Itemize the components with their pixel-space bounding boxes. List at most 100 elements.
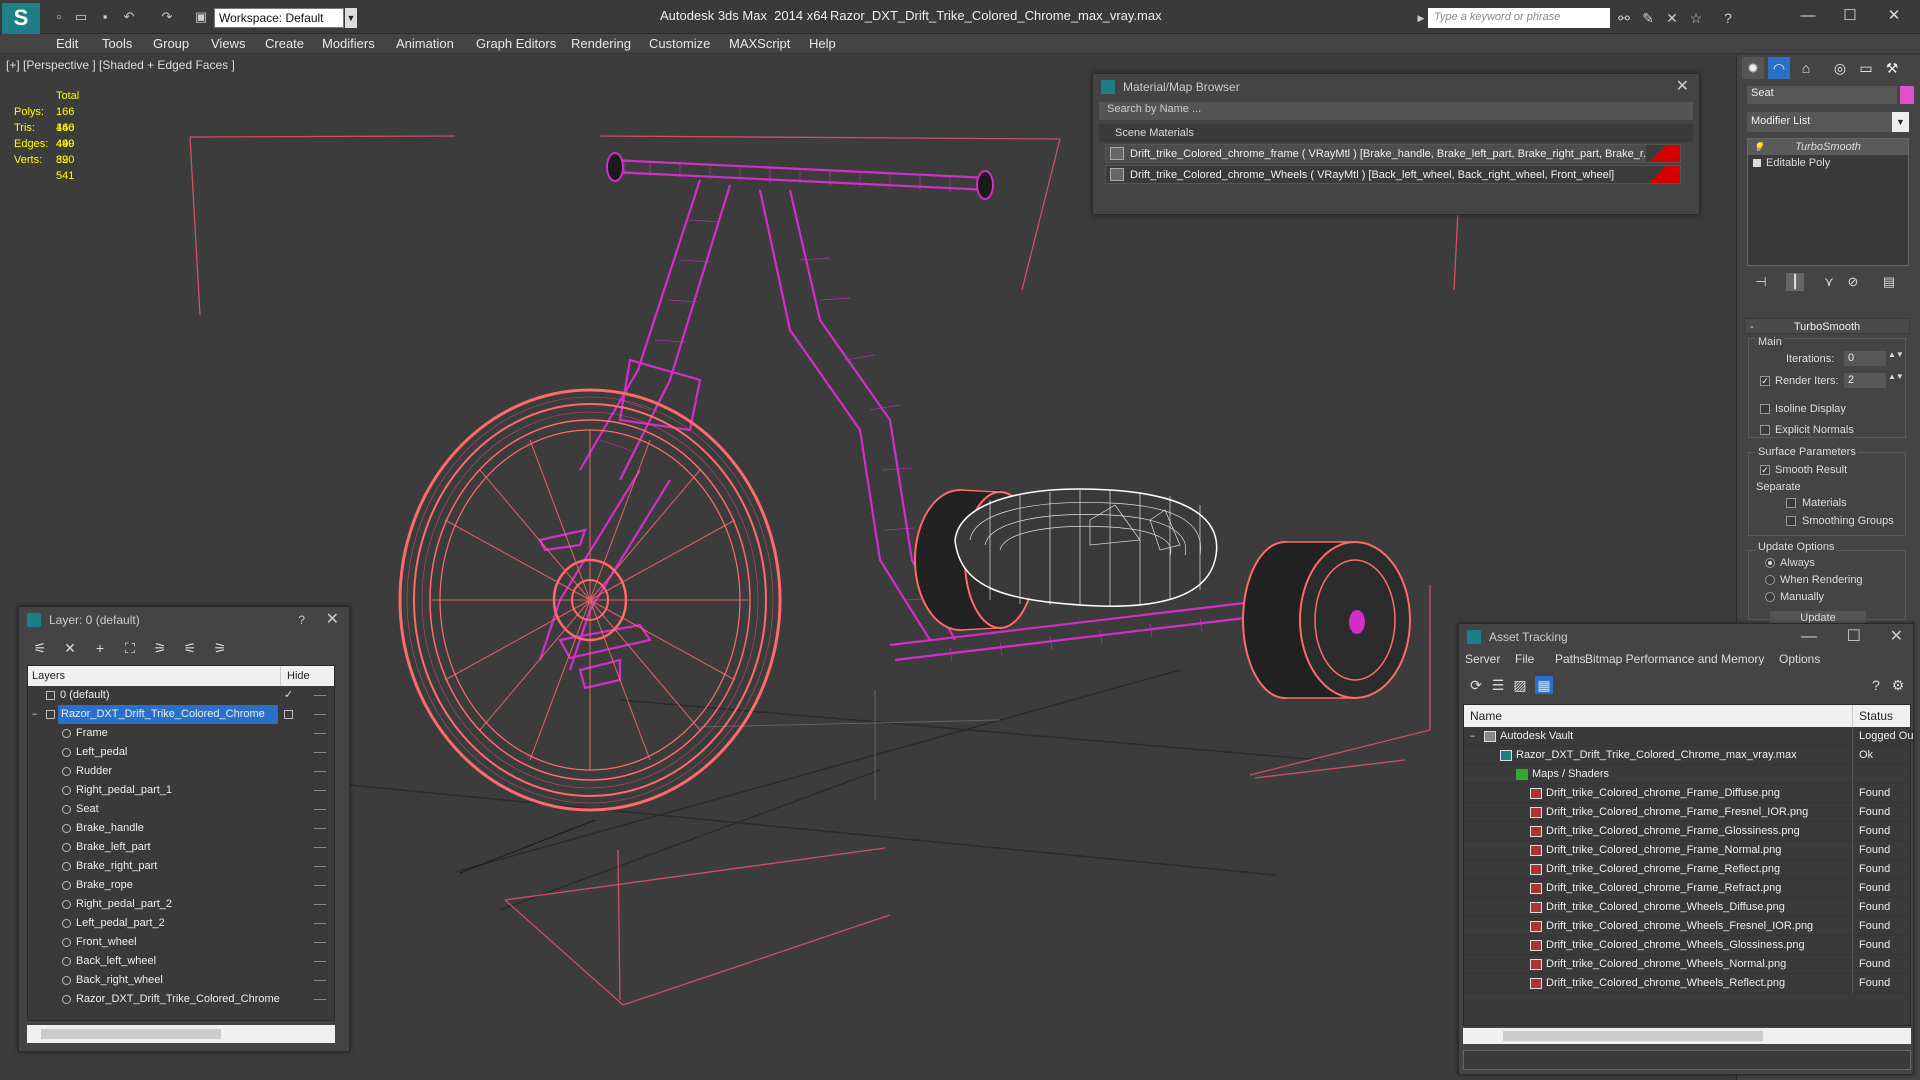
layer-object-row[interactable]: Frame [28,724,334,743]
hide-toggle[interactable] [314,828,326,829]
make-unique-icon[interactable]: ⋎ [1820,273,1838,291]
close-button[interactable]: ✕ [1878,4,1910,28]
project-folder-icon[interactable]: ▣ [192,8,210,26]
expand-icon[interactable] [1753,159,1761,167]
new-file-icon[interactable]: ▫ [50,8,68,26]
smooth-result-checkbox[interactable]: ✓ [1760,465,1770,475]
chevron-down-icon[interactable]: ▼ [1892,112,1909,132]
help-icon[interactable]: ? [1718,8,1738,28]
material-row[interactable]: Drift_trike_Colored_chrome_Wheels ( VRay… [1105,165,1681,184]
stack-item-editable-poly[interactable]: Editable Poly [1748,155,1908,171]
highlight-selected-icon[interactable]: ⚟ [181,639,199,657]
minimize-button[interactable]: — [1792,4,1824,28]
menu-views[interactable]: Views [209,34,247,54]
asset-row[interactable]: Razor_DXT_Drift_Trike_Colored_Chrome_max… [1464,746,1910,765]
menu-file[interactable]: File [1515,652,1534,666]
configure-sets-icon[interactable]: ▤ [1880,273,1898,291]
undo-icon[interactable]: ↶ [120,8,138,26]
menu-server[interactable]: Server [1465,652,1500,666]
asset-row[interactable]: Drift_trike_Colored_chrome_Frame_Diffuse… [1464,784,1910,803]
active-layer-check-icon[interactable]: ✓ [284,686,293,705]
layer-object-row[interactable]: Left_pedal_part_2 [28,914,334,933]
menu-rendering[interactable]: Rendering [569,34,633,54]
table-view-icon[interactable]: ▦ [1535,676,1553,694]
spinner-arrows-icon[interactable]: ▲▼ [1888,372,1904,381]
viewport-label[interactable]: [+] [Perspective ] [Shaded + Edged Faces… [6,58,235,72]
pin-stack-icon[interactable]: ⊣ [1752,273,1770,291]
scrollbar-thumb[interactable] [1503,1031,1763,1041]
binoculars-icon[interactable]: ⚯ [1614,8,1634,28]
help-icon[interactable]: ? [1867,676,1885,694]
menu-create[interactable]: Create [263,34,306,54]
asset-row[interactable]: − Autodesk Vault Logged Ou [1464,727,1913,746]
layer-horizontal-scrollbar[interactable] [27,1025,335,1043]
hide-toggle[interactable] [314,752,326,753]
iterations-spinner[interactable]: 0 [1844,351,1886,366]
minimize-button[interactable]: — [1801,624,1817,650]
scrollbar-thumb[interactable] [41,1029,221,1039]
hide-toggle[interactable] [314,980,326,981]
separate-smoothing-groups-checkbox[interactable] [1786,516,1796,526]
hide-toggle[interactable] [314,961,326,962]
layer-object-row[interactable]: Back_right_wheel [28,971,334,990]
help-icon[interactable]: ? [298,607,305,633]
collapse-icon[interactable]: − [32,705,37,724]
separate-materials-checkbox[interactable] [1786,498,1796,508]
hide-toggle[interactable] [314,923,326,924]
material-row[interactable]: Drift_trike_Colored_chrome_frame ( VRayM… [1105,144,1681,163]
workspace-dropdown-arrow-icon[interactable]: ▼ [345,8,357,28]
menu-tools[interactable]: Tools [100,34,134,54]
search-expand-icon[interactable]: ▶ [1416,8,1426,28]
maximize-button[interactable]: ☐ [1834,4,1866,28]
favorites-star-icon[interactable]: ☆ [1686,8,1706,28]
hide-toggle[interactable] [314,714,326,715]
update-always-radio[interactable] [1765,558,1775,568]
status-column-header[interactable]: Status [1852,705,1893,727]
hide-toggle[interactable] [314,733,326,734]
layer-object-row[interactable]: Rudder [28,762,334,781]
layer-object-row[interactable]: Left_pedal [28,743,334,762]
delete-layer-icon[interactable]: ✕ [61,639,79,657]
maximize-button[interactable]: ☐ [1847,624,1861,650]
layer-object-row[interactable]: Seat [28,800,334,819]
app-logo-icon[interactable]: S [2,3,40,35]
menu-bitmap-performance[interactable]: Bitmap Performance and Memory [1585,652,1764,666]
asset-row[interactable]: Drift_trike_Colored_chrome_Wheels_Diffus… [1464,898,1910,917]
layer-object-row[interactable]: Right_pedal_part_2 [28,895,334,914]
object-name-field[interactable]: Seat [1747,86,1897,104]
menu-customize[interactable]: Customize [647,34,712,54]
menu-graph-editors[interactable]: Graph Editors [474,34,558,54]
select-highlighted-icon[interactable]: ⛶ [121,639,139,657]
asset-row[interactable]: Maps / Shaders [1464,765,1910,784]
motion-tab-icon[interactable]: ◎ [1829,57,1851,79]
subscription-icon[interactable]: ✎ [1638,8,1658,28]
layer-object-row[interactable]: Brake_handle [28,819,334,838]
communication-icon[interactable]: ✕ [1662,8,1682,28]
close-icon[interactable]: ✕ [1676,74,1689,100]
settings-icon[interactable]: ⚙ [1889,676,1907,694]
hide-toggle[interactable] [314,790,326,791]
menu-options[interactable]: Options [1779,652,1820,666]
menu-maxscript[interactable]: MAXScript [727,34,792,54]
menu-help[interactable]: Help [807,34,838,54]
layer-filter-icon[interactable]: ⚟ [31,639,49,657]
asset-row[interactable]: Drift_trike_Colored_chrome_Wheels_Glossi… [1464,936,1910,955]
close-icon[interactable]: ✕ [326,607,339,633]
list-view-icon[interactable]: ☰ [1489,676,1507,694]
asset-row[interactable]: Drift_trike_Colored_chrome_Frame_Fresnel… [1464,803,1910,822]
layer-object-row[interactable]: Brake_right_part [28,857,334,876]
rollout-header[interactable]: - TurboSmooth [1744,318,1910,334]
isoline-display-checkbox[interactable] [1760,404,1770,414]
update-manually-radio[interactable] [1765,592,1775,602]
layer-object-row[interactable]: Front_wheel [28,933,334,952]
menu-paths[interactable]: Paths [1555,652,1586,666]
layer-object-row[interactable]: Brake_rope [28,876,334,895]
asset-row[interactable]: Drift_trike_Colored_chrome_Wheels_Reflec… [1464,974,1910,993]
redo-icon[interactable]: ↷ [158,8,176,26]
layer-object-row[interactable]: Back_left_wheel [28,952,334,971]
hide-column-header[interactable]: Hide [280,666,310,686]
modifier-list-dropdown[interactable]: Modifier List [1747,112,1909,132]
layers-column-header[interactable]: Layers [32,670,65,682]
material-search-input[interactable]: Search by Name ... [1099,102,1693,120]
remove-modifier-icon[interactable]: ⊘ [1844,273,1862,291]
